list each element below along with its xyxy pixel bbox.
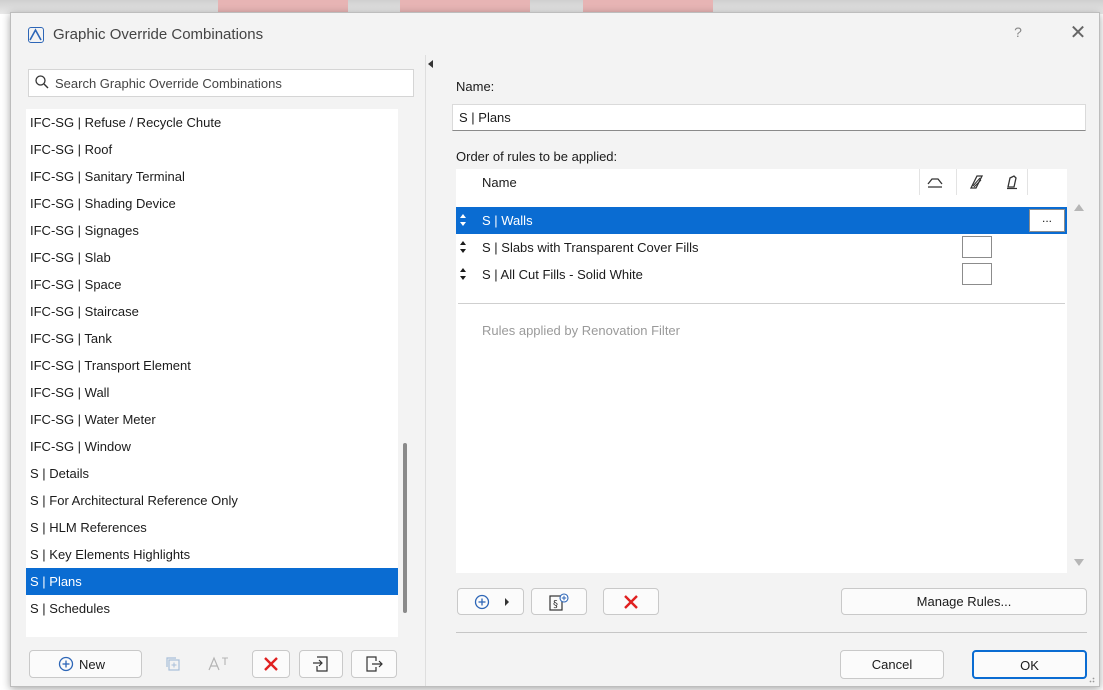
add-rule-icon [474, 594, 490, 610]
list-item[interactable]: S | HLM References [26, 514, 398, 541]
search-box[interactable] [28, 69, 414, 97]
rule-row-walls[interactable]: S | Walls ... [456, 207, 1067, 234]
list-item[interactable]: IFC-SG | Space [26, 271, 398, 298]
remove-icon [624, 595, 638, 609]
footer-separator [456, 632, 1087, 633]
drag-handle-icon[interactable] [459, 213, 467, 227]
cover-fill-swatch[interactable] [962, 263, 992, 285]
list-item[interactable]: IFC-SG | Sanitary Terminal [26, 163, 398, 190]
collapse-panel-icon[interactable] [428, 60, 433, 68]
dropdown-arrow-icon [505, 598, 509, 606]
drag-handle-icon[interactable] [459, 267, 467, 281]
manage-rules-button[interactable]: Manage Rules... [841, 588, 1087, 615]
graphic-override-dialog: Graphic Override Combinations ? ✕ IFC-SG… [10, 12, 1100, 687]
list-item[interactable]: S | For Architectural Reference Only [26, 487, 398, 514]
name-field[interactable] [452, 104, 1086, 131]
list-scrollbar-thumb[interactable] [403, 443, 407, 613]
list-item[interactable]: IFC-SG | Signages [26, 217, 398, 244]
drag-handle-icon[interactable] [459, 240, 467, 254]
rename-icon [208, 656, 228, 671]
rule-name: S | Walls [482, 213, 533, 228]
new-button-label: New [79, 657, 106, 672]
dialog-title: Graphic Override Combinations [53, 26, 264, 43]
list-item[interactable]: IFC-SG | Window [26, 433, 398, 460]
help-button[interactable]: ? [1006, 24, 1030, 44]
list-item[interactable]: IFC-SG | Roof [26, 136, 398, 163]
list-item[interactable]: IFC-SG | Wall [26, 379, 398, 406]
list-item[interactable]: IFC-SG | Shading Device [26, 190, 398, 217]
column-separator [1027, 169, 1028, 195]
resize-grip-icon[interactable] [1087, 675, 1095, 683]
export-icon [366, 656, 383, 672]
rule-row-slabs[interactable]: S | Slabs with Transparent Cover Fills [456, 234, 1067, 261]
duplicate-icon [166, 657, 180, 671]
delete-icon [264, 657, 278, 671]
new-combination-button[interactable]: New [29, 650, 142, 678]
rule-name: S | Slabs with Transparent Cover Fills [482, 240, 699, 255]
combination-list[interactable]: IFC-SG | Refuse / Recycle Chute IFC-SG | … [26, 109, 398, 637]
ok-button[interactable]: OK [972, 650, 1087, 679]
rules-table-header: Name [456, 169, 1067, 195]
rules-scroll-down-icon[interactable] [1074, 559, 1084, 566]
list-item[interactable]: IFC-SG | Transport Element [26, 352, 398, 379]
search-icon [35, 75, 49, 89]
list-item[interactable]: IFC-SG | Refuse / Recycle Chute [26, 109, 398, 136]
add-renovation-rule-button[interactable]: § [531, 588, 587, 615]
surface-icon [927, 178, 943, 188]
rule-row-cut-fills[interactable]: S | All Cut Fills - Solid White [456, 261, 1067, 288]
duplicate-button[interactable] [158, 650, 188, 678]
add-circle-icon [58, 656, 74, 672]
cover-fill-icon [969, 175, 984, 189]
column-header-name[interactable]: Name [482, 175, 517, 190]
search-input[interactable] [55, 74, 405, 92]
list-item[interactable]: IFC-SG | Tank [26, 325, 398, 352]
rule-name: S | All Cut Fills - Solid White [482, 267, 643, 282]
cancel-button[interactable]: Cancel [840, 650, 944, 679]
list-item[interactable]: IFC-SG | Water Meter [26, 406, 398, 433]
archicad-app-icon [28, 27, 44, 43]
renovation-rules-text: Rules applied by Renovation Filter [482, 323, 680, 338]
list-item[interactable]: IFC-SG | Slab [26, 244, 398, 271]
add-rule-button[interactable] [457, 588, 524, 615]
cover-fill-swatch[interactable] [962, 236, 992, 258]
list-item[interactable]: S | Schedules [26, 595, 398, 622]
list-item[interactable]: S | Key Elements Highlights [26, 541, 398, 568]
rules-table: Name S | Walls ... S | Slabs with Transp… [456, 169, 1067, 573]
delete-combination-button[interactable] [252, 650, 290, 678]
name-label: Name: [456, 79, 495, 94]
list-item[interactable]: IFC-SG | Staircase [26, 298, 398, 325]
import-icon [313, 656, 328, 672]
title-bar[interactable]: Graphic Override Combinations ? ✕ [11, 13, 1099, 55]
import-button[interactable] [299, 650, 343, 678]
svg-text:§: § [553, 599, 558, 610]
rules-order-label: Order of rules to be applied: [456, 149, 618, 164]
panel-divider[interactable] [425, 55, 426, 686]
renovation-separator [458, 303, 1065, 304]
column-separator [956, 169, 957, 195]
pen-icon [1007, 175, 1017, 190]
export-button[interactable] [351, 650, 397, 678]
remove-rule-button[interactable] [603, 588, 659, 615]
rule-options-button[interactable]: ... [1029, 209, 1065, 232]
add-renovation-rule-icon: § [549, 593, 569, 611]
list-item[interactable]: S | Details [26, 460, 398, 487]
rules-scroll-up-icon[interactable] [1074, 204, 1084, 211]
list-item[interactable]: S | Plans [26, 568, 398, 595]
close-button[interactable]: ✕ [1066, 21, 1090, 45]
column-separator [919, 169, 920, 195]
rename-button[interactable] [203, 650, 235, 678]
